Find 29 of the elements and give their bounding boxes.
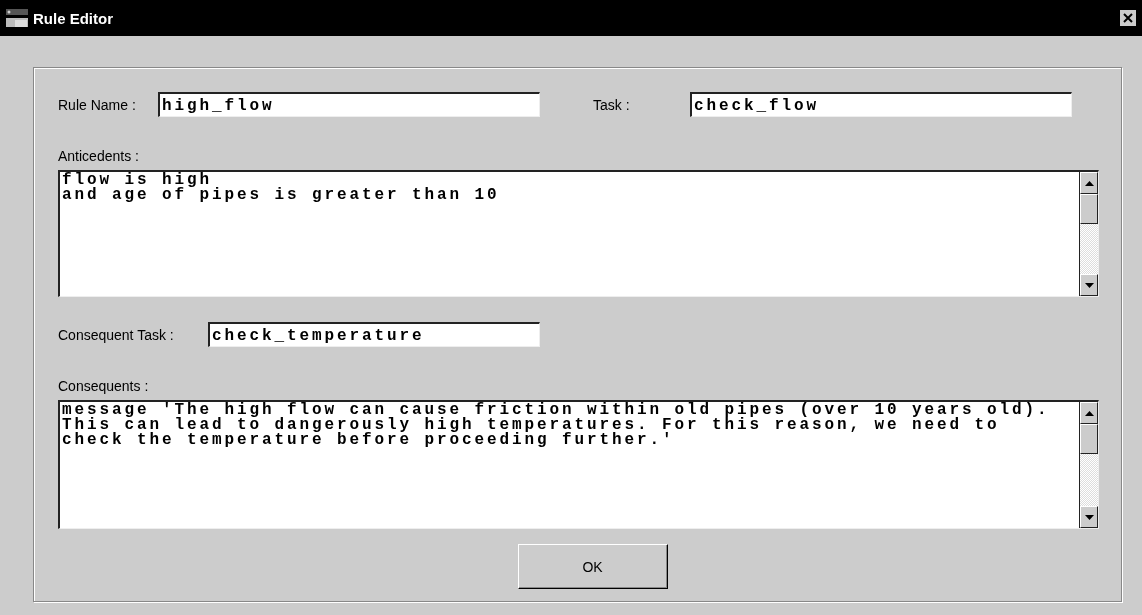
field-label: Rule Name :	[58, 96, 137, 113]
text-area[interactable]	[58, 400, 1099, 529]
scrollbar-thumb[interactable]	[1080, 194, 1098, 224]
scroll-down-button[interactable]	[1080, 506, 1098, 528]
text-field[interactable]: high_flow	[158, 92, 540, 117]
scroll-down-button[interactable]	[1080, 274, 1098, 296]
field-label: Anticedents :	[58, 148, 139, 164]
text-area[interactable]: flow is high and age of pipes is greater than 10	[58, 170, 1099, 297]
close-icon[interactable]	[1120, 10, 1136, 26]
text-field[interactable]: check_flow	[690, 92, 1072, 117]
field-label: Consequents :	[58, 378, 149, 394]
scrollbar-thumb[interactable]	[1080, 424, 1098, 454]
scroll-up-button[interactable]	[1080, 402, 1098, 424]
text-line: This can lead to dangerously high temperatures. For this reason, we need to	[62, 418, 1000, 433]
field-label: Consequent Task :	[58, 326, 175, 343]
text-line: and age of pipes is greater than 10	[62, 188, 501, 203]
up-arrow-icon	[1084, 180, 1094, 186]
window-title: Rule Editor	[33, 9, 113, 27]
down-arrow-icon	[1084, 514, 1094, 520]
field-label: Task :	[593, 96, 631, 113]
text-line: message 'The high flow can cause friction within old pipes (over 10 years old).	[62, 403, 1051, 418]
text-line: flow is high	[62, 173, 213, 188]
text-field[interactable]: check_temperature	[208, 322, 540, 347]
up-arrow-icon	[1084, 410, 1094, 416]
window-icon	[6, 9, 28, 27]
ok-button[interactable]: OK	[517, 544, 668, 589]
scroll-up-button[interactable]	[1080, 172, 1098, 194]
down-arrow-icon	[1084, 282, 1094, 288]
text-line: check the temperature before proceeding further.'	[62, 433, 676, 448]
